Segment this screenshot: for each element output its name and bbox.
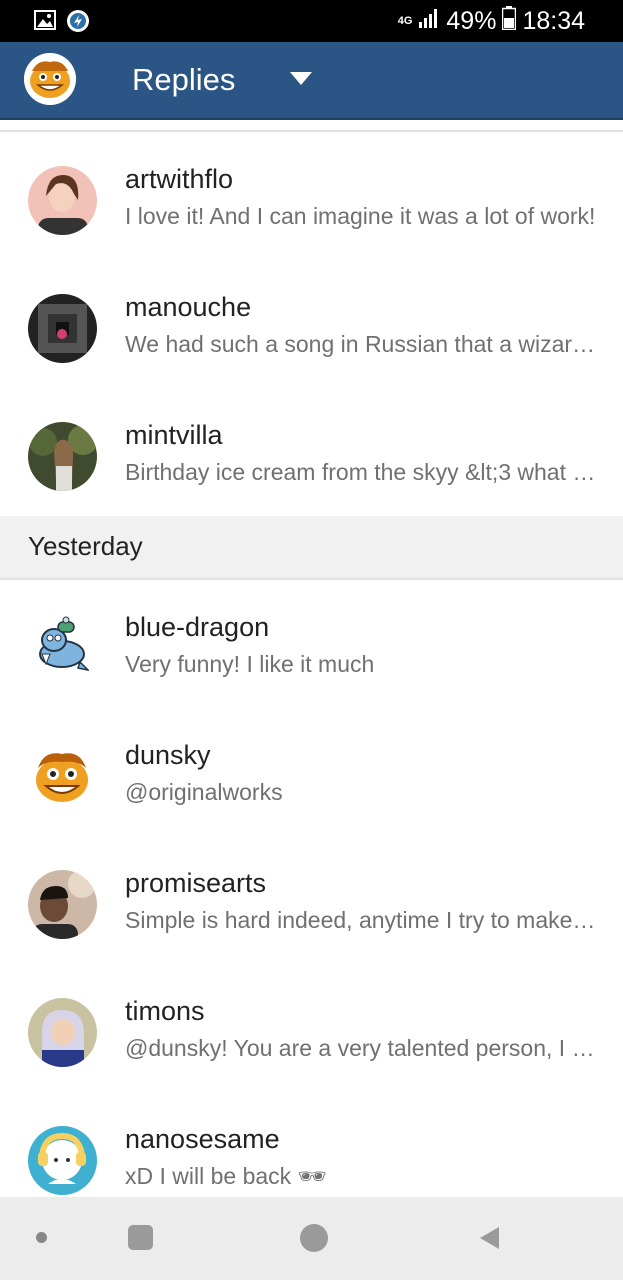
recent-apps-icon[interactable] (128, 1225, 153, 1250)
section-header-label: Yesterday (28, 531, 143, 561)
page-title[interactable]: Replies (132, 60, 235, 100)
dropdown-arrow-icon[interactable] (289, 69, 313, 89)
reply-message: Birthday ice cream from the skyy &lt;3 w… (125, 459, 599, 485)
battery-icon (502, 6, 517, 37)
home-icon[interactable] (300, 1224, 328, 1252)
reply-row[interactable]: manouche We had such a song in Russian t… (0, 260, 623, 390)
avatar[interactable] (28, 998, 97, 1067)
reply-message: @originalworks (125, 779, 283, 805)
reply-row[interactable]: timons @dunsky! You are a very talented … (0, 964, 623, 1094)
reply-username: artwithflo (125, 164, 234, 194)
section-header-yesterday: Yesterday (0, 516, 623, 580)
reply-username: timons (125, 996, 205, 1026)
clock: 18:34 (522, 7, 585, 35)
reply-row[interactable]: artwithflo I love it! And I can imagine … (0, 132, 623, 262)
menu-dot-icon[interactable] (36, 1232, 47, 1243)
gallery-icon (34, 9, 56, 38)
network-type: 4G (397, 15, 413, 27)
reply-row[interactable]: dunsky @originalworks (0, 708, 623, 838)
replies-list[interactable]: artwithflo I love it! And I can imagine … (0, 118, 623, 1197)
reply-username: blue-dragon (125, 612, 270, 642)
reply-row[interactable]: blue-dragon Very funny! I like it much (0, 580, 623, 710)
system-nav-bar (0, 1197, 623, 1280)
sync-app-icon (66, 9, 90, 38)
reply-username: manouche (125, 292, 252, 322)
avatar[interactable] (28, 422, 97, 491)
reply-username: promisearts (125, 868, 267, 898)
reply-message: @dunsky! You are a very talented person,… (125, 1035, 599, 1061)
battery-percent: 49% (446, 7, 497, 35)
avatar[interactable] (28, 614, 97, 683)
avatar[interactable] (28, 294, 97, 363)
reply-message: xD I will be back 🕶 (125, 1163, 327, 1189)
profile-avatar[interactable] (24, 53, 76, 105)
avatar[interactable] (28, 1126, 97, 1195)
signal-icon (418, 7, 440, 36)
reply-username: dunsky (125, 740, 211, 770)
reply-row[interactable]: nanosesame xD I will be back 🕶 (0, 1092, 623, 1197)
app-bar: Replies (0, 42, 623, 120)
status-bar: 4G 49% 18:34 (0, 0, 623, 42)
reply-message: We had such a song in Russian that a wiz… (125, 331, 599, 357)
reply-row[interactable]: mintvilla Birthday ice cream from the sk… (0, 388, 623, 518)
reply-username: mintvilla (125, 420, 223, 450)
reply-message: I love it! And I can imagine it was a lo… (125, 203, 596, 229)
avatar[interactable] (28, 870, 97, 939)
reply-message: Very funny! I like it much (125, 651, 375, 677)
avatar[interactable] (28, 166, 97, 235)
back-icon[interactable] (478, 1225, 500, 1251)
reply-username: nanosesame (125, 1124, 280, 1154)
avatar[interactable] (28, 742, 97, 811)
reply-row[interactable]: promisearts Simple is hard indeed, anyti… (0, 836, 623, 966)
reply-message: Simple is hard indeed, anytime I try to … (125, 907, 599, 933)
